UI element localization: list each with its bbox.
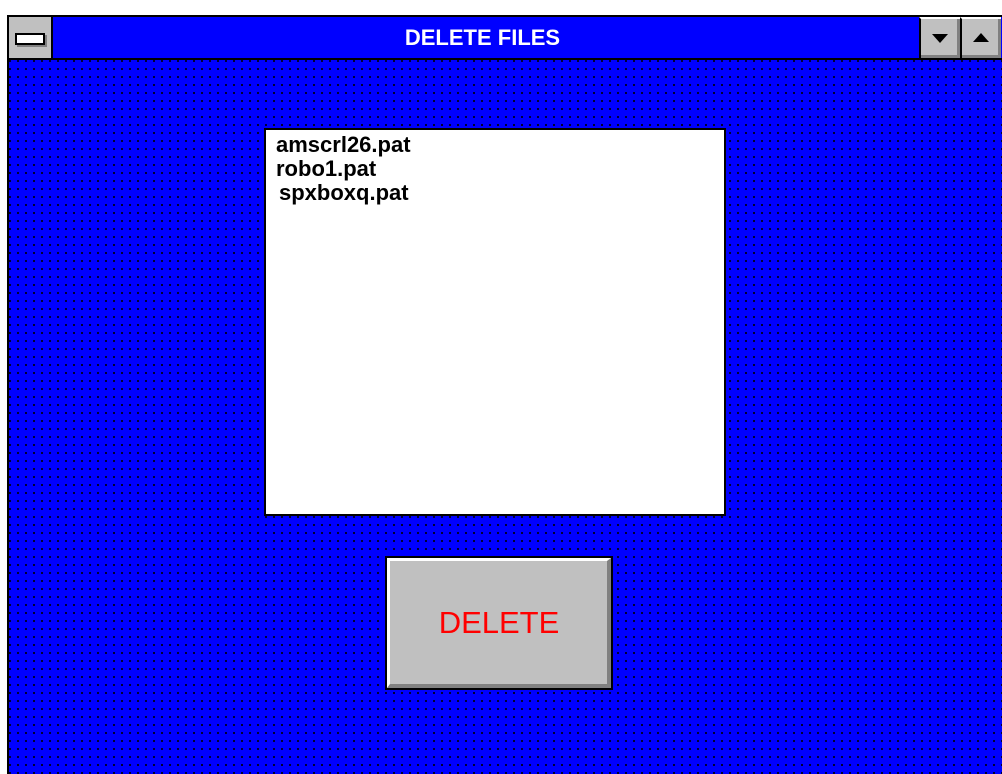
title-bar[interactable]: DELETE FILES — [9, 17, 1002, 60]
maximize-button[interactable] — [960, 17, 1001, 58]
delete-button-label: DELETE — [438, 605, 560, 640]
up-arrow-icon — [973, 33, 989, 42]
delete-button[interactable]: DELETE — [385, 556, 613, 690]
file-list-item[interactable]: amscrl26.pat — [276, 133, 724, 157]
file-list-item[interactable]: spxboxq.pat — [276, 181, 724, 205]
window-title: DELETE FILES — [404, 25, 561, 50]
system-menu-button[interactable] — [9, 17, 53, 58]
window-client-area: amscrl26.pat robo1.pat spxboxq.pat DELET… — [9, 60, 1002, 774]
file-list-item[interactable]: robo1.pat — [276, 157, 724, 181]
system-menu-bar-icon — [15, 33, 45, 45]
file-list-box[interactable]: amscrl26.pat robo1.pat spxboxq.pat — [264, 128, 726, 516]
down-arrow-icon — [932, 34, 948, 43]
minimize-button[interactable] — [919, 17, 960, 58]
delete-files-window: DELETE FILES amscrl26.pat robo1.pat spxb… — [7, 15, 1002, 774]
